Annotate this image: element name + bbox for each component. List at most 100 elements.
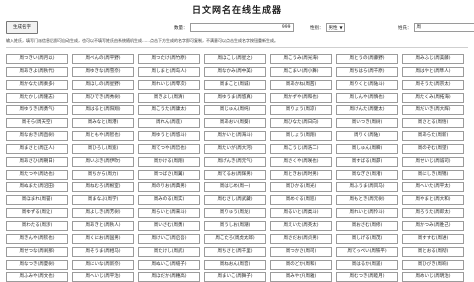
- name-cell[interactable]: 周こたろ(周虎太郎): [204, 234, 266, 244]
- name-cell[interactable]: 周のりお(周典男): [138, 182, 200, 192]
- name-cell[interactable]: 周ひでき(周秀树): [72, 93, 134, 103]
- name-cell[interactable]: 周すすむ(周进): [402, 234, 464, 244]
- name-cell[interactable]: 周かける(周翔): [138, 157, 200, 167]
- generate-button[interactable]: 生成名字: [6, 21, 38, 34]
- name-cell[interactable]: 周ふみや(周文也): [6, 272, 68, 282]
- name-cell[interactable]: 周なぎさ(周渚): [336, 170, 398, 180]
- name-cell[interactable]: 周よしき(周芳树): [72, 208, 134, 218]
- name-cell[interactable]: 周にしき(周锦): [402, 170, 464, 180]
- name-cell[interactable]: 周ときお(周时男): [270, 170, 332, 180]
- name-cell[interactable]: 周ひなた(周日向): [270, 118, 332, 128]
- name-cell[interactable]: 周てつや(周哲也): [138, 144, 200, 154]
- name-cell[interactable]: 周りょう(周凉): [270, 105, 332, 115]
- name-cell[interactable]: 周はると(周阳翔): [72, 105, 134, 115]
- name-cell[interactable]: 周ふうま(周风马): [336, 182, 398, 192]
- name-cell[interactable]: 周みなと(周港): [72, 118, 134, 128]
- name-cell[interactable]: 周すばる(周昴): [336, 157, 398, 167]
- surname-input[interactable]: 周: [414, 23, 474, 32]
- name-cell[interactable]: 周べんの(周平野): [72, 54, 134, 64]
- name-cell[interactable]: 周めいじ(周明治): [402, 272, 464, 282]
- name-cell[interactable]: 周そうた(周宗太): [402, 80, 464, 90]
- name-cell[interactable]: 周ゆきな(周雪奈): [72, 67, 134, 77]
- name-cell[interactable]: 周きよし(周清): [138, 93, 200, 103]
- name-cell[interactable]: 周まこと(周诚): [204, 80, 266, 90]
- name-cell[interactable]: 周のどか(周和): [270, 260, 332, 270]
- name-cell[interactable]: 周たけし(周武): [138, 247, 200, 257]
- name-cell[interactable]: 周りくと(周陆斗): [336, 80, 398, 90]
- name-cell[interactable]: 周しゅん(周瞬): [336, 144, 398, 154]
- name-cell[interactable]: 周いぶき(周伊吹): [72, 157, 134, 167]
- name-cell[interactable]: 周ぬいこ(周缝子): [138, 260, 200, 270]
- name-cell[interactable]: 周おさむ(周修): [336, 221, 398, 231]
- name-cell[interactable]: 周たいが(周大河): [204, 144, 266, 154]
- name-cell[interactable]: 周かなた(周奏多): [6, 80, 68, 90]
- name-cell[interactable]: 周やまと(周大和): [402, 195, 464, 205]
- name-cell[interactable]: 周るいと(周类斗): [270, 208, 332, 218]
- name-cell[interactable]: 周たかし(周隆志): [6, 93, 68, 103]
- name-cell[interactable]: 周さくや(周咲也): [270, 157, 332, 167]
- name-cell[interactable]: 周ともや(周智也): [72, 131, 134, 141]
- name-cell[interactable]: 周ひびき(周响): [402, 260, 464, 270]
- name-cell[interactable]: 周てっぺい(周铁平): [336, 247, 398, 257]
- name-cell[interactable]: 周はるか(周遥): [336, 260, 398, 270]
- name-cell[interactable]: 周あかね(周茜): [270, 80, 332, 90]
- name-cell[interactable]: 周あおい(周葵): [204, 118, 266, 128]
- name-cell[interactable]: 周なつき(周夏树): [6, 260, 68, 270]
- name-cell[interactable]: 周うしお(周潮): [204, 221, 266, 231]
- name-cell[interactable]: 周こうた(周康太): [138, 105, 200, 115]
- name-cell[interactable]: 周はじめ(周一): [204, 182, 266, 192]
- name-cell[interactable]: 周かずや(周和也): [270, 93, 332, 103]
- name-cell[interactable]: 周そら(周天空): [6, 118, 68, 128]
- name-cell[interactable]: 周ゆずる(周让): [6, 208, 68, 218]
- name-cell[interactable]: 周もとき(周元树): [336, 195, 398, 205]
- name-cell[interactable]: 周たくみ(周拓海): [402, 93, 464, 103]
- name-cell[interactable]: 周にいな(周新奈): [72, 260, 134, 270]
- name-cell[interactable]: 周あさひ(周朝日): [6, 157, 68, 167]
- count-input[interactable]: 999: [190, 23, 294, 32]
- name-cell[interactable]: 周つたけ(周竹原): [138, 54, 200, 64]
- name-cell[interactable]: 周ゆうま(周悠真): [204, 93, 266, 103]
- name-cell[interactable]: 周ほだか(周穗高): [138, 272, 200, 282]
- name-cell[interactable]: 周ぬまた(周沼田): [6, 182, 68, 192]
- name-cell[interactable]: 周ひかる(周光): [270, 182, 332, 192]
- name-cell[interactable]: 周とうの(周藤野): [336, 54, 398, 64]
- name-cell[interactable]: 周わたる(周涉): [6, 221, 68, 231]
- name-cell[interactable]: 周てるお(周辉男): [204, 170, 266, 180]
- name-cell[interactable]: 周ねおん(周音): [204, 260, 266, 270]
- name-cell[interactable]: 周けんた(周健太): [336, 105, 398, 115]
- name-cell[interactable]: 周こうじ(周浩二): [270, 144, 332, 154]
- name-cell[interactable]: 周いつき(周树): [336, 118, 398, 128]
- name-cell[interactable]: 周はやと(周隼人): [402, 67, 464, 77]
- name-cell[interactable]: 周ちはら(周千原): [336, 67, 398, 77]
- name-cell[interactable]: 周れいじ(周零次): [138, 80, 200, 90]
- name-cell[interactable]: 周しょう(周翔): [270, 131, 332, 141]
- name-cell[interactable]: 周のぞむ(周望): [402, 144, 464, 154]
- name-cell[interactable]: 周みのる(周实): [138, 195, 200, 205]
- name-cell[interactable]: 周あきよ(周秋代): [6, 67, 68, 77]
- name-cell[interactable]: 周えいた(周英太): [270, 221, 332, 231]
- name-cell[interactable]: 周ねむろ(周根室): [72, 182, 134, 192]
- name-cell[interactable]: 周めぐる(周巡): [270, 195, 332, 205]
- name-cell[interactable]: 周こまい(周小舞): [270, 67, 332, 77]
- name-cell[interactable]: 周ちさと(周千里): [204, 247, 266, 257]
- name-cell[interactable]: 周むさし(周武藏): [204, 195, 266, 205]
- name-cell[interactable]: 周ろうた(周郎太): [402, 208, 464, 218]
- name-cell[interactable]: 周ゆうき(周勇气): [6, 105, 68, 115]
- name-cell[interactable]: 周りゅう(周龙): [204, 208, 266, 218]
- name-cell[interactable]: 周かいと(周海斗): [204, 131, 266, 141]
- name-cell[interactable]: 周つきい(周月以): [6, 54, 68, 64]
- name-cell[interactable]: 周ほしの(周星野): [72, 80, 134, 90]
- name-cell[interactable]: 周へいた(周平太): [402, 182, 464, 192]
- name-cell[interactable]: 周いさむ(周勇): [138, 221, 200, 231]
- name-cell[interactable]: 周さとる(周悟): [402, 118, 464, 128]
- name-cell[interactable]: 周だいき(周大辉): [402, 105, 464, 115]
- name-cell[interactable]: 周むつき(周睦月): [336, 272, 398, 282]
- name-cell[interactable]: 周みふじ(周美藤): [402, 54, 464, 64]
- name-cell[interactable]: 周ほまれ(周誉): [6, 195, 68, 205]
- name-cell[interactable]: 周ちから(周力): [72, 170, 134, 180]
- name-cell[interactable]: 周ほこし(周星之): [204, 54, 266, 64]
- name-cell[interactable]: 周しまと(周岛人): [138, 67, 200, 77]
- name-cell[interactable]: 周じゅん(周纯): [204, 105, 266, 115]
- name-cell[interactable]: 周なかみ(周中美): [204, 67, 266, 77]
- name-cell[interactable]: 周あきと(周秋人): [72, 221, 134, 231]
